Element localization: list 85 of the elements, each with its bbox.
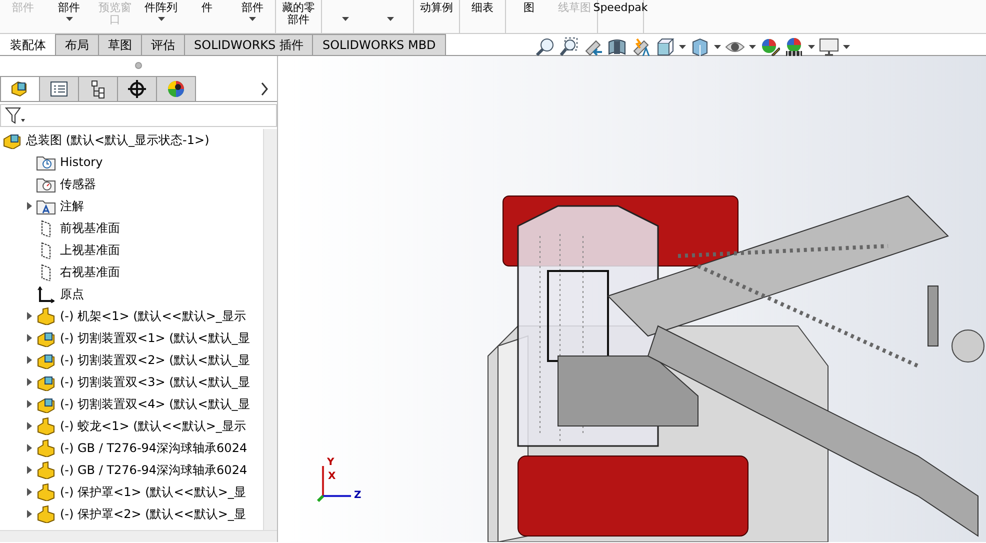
property-list-icon — [49, 78, 69, 99]
axis-label: Z — [354, 491, 362, 501]
part-icon — [36, 417, 56, 436]
tree-item[interactable]: 原点 — [60, 285, 84, 304]
ribbon-command[interactable]: 件阵列 — [144, 2, 178, 14]
command-tab[interactable]: SOLIDWORKS MBD — [312, 34, 446, 55]
ribbon-command[interactable]: 部件 — [58, 2, 80, 14]
color-ball-pencil-icon[interactable] — [760, 37, 780, 57]
tree-item[interactable]: 注解 — [60, 197, 84, 216]
tree-item[interactable]: History — [60, 153, 103, 172]
caret-icon[interactable] — [842, 45, 850, 49]
command-tab[interactable]: 评估 — [141, 34, 185, 55]
axis-label: Y — [327, 458, 334, 468]
expand-arrow-icon[interactable] — [26, 487, 32, 498]
horizontal-scrollbar[interactable] — [0, 530, 277, 542]
tree-item[interactable]: (-) GB / T276-94深沟球轴承6024 — [60, 461, 248, 480]
color-wheel-icon — [166, 78, 186, 99]
expand-arrow-icon[interactable] — [26, 355, 32, 366]
shaded-cube-icon[interactable] — [690, 37, 710, 57]
expand-arrow-icon[interactable] — [26, 465, 32, 476]
ribbon-command[interactable]: 部件 — [242, 2, 264, 14]
scene-icon[interactable] — [784, 37, 804, 57]
axis-label: X — [328, 472, 336, 482]
caret-icon[interactable] — [808, 45, 815, 49]
panel-tab[interactable] — [39, 76, 79, 101]
ribbon-command[interactable]: Speedpak — [593, 2, 648, 14]
part-icon — [36, 461, 56, 480]
ribbon-command[interactable]: 图 — [524, 2, 534, 14]
command-tab[interactable]: SOLIDWORKS 插件 — [184, 34, 314, 55]
filter-icon[interactable] — [5, 106, 27, 125]
tree-item[interactable]: (-) 保护罩<2> (默认<<默认>_显 — [60, 505, 246, 524]
tree-item[interactable]: (-) 切割装置双<3> (默认<默认_显 — [60, 373, 250, 392]
tree-item[interactable]: 总装图 (默认<默认_显示状态-1>) — [26, 131, 210, 150]
part-icon — [36, 483, 56, 502]
panel-tab[interactable] — [156, 76, 196, 101]
splitter-grip-icon[interactable] — [135, 62, 142, 70]
ribbon-command[interactable]: 动算例 — [420, 2, 453, 14]
caret-icon[interactable] — [158, 17, 164, 21]
ribbon-command[interactable]: 藏的零 部件 — [282, 2, 315, 26]
tree-item[interactable]: (-) 机架<1> (默认<<默认>_显示 — [60, 307, 246, 326]
expand-arrow-icon[interactable] — [26, 443, 32, 454]
tree-item[interactable]: 传感器 — [60, 175, 96, 194]
zoom-area-icon[interactable] — [558, 37, 579, 57]
tree-item[interactable]: (-) 切割装置双<4> (默认<默认_显 — [60, 395, 250, 414]
crosshair-icon — [127, 78, 147, 99]
tree-item[interactable]: (-) 保护罩<1> (默认<<默认>_显 — [60, 483, 246, 502]
tree-item[interactable]: (-) 蛟龙<1> (默认<<默认>_显示 — [60, 417, 246, 436]
caret-icon[interactable] — [249, 17, 256, 21]
expand-arrow-icon[interactable] — [26, 421, 32, 432]
origin-axes-icon — [36, 285, 56, 304]
expand-arrow-icon[interactable] — [26, 399, 32, 410]
section-view-icon[interactable] — [606, 37, 627, 57]
tree-item[interactable]: 上视基准面 — [60, 241, 120, 260]
tree-item[interactable]: (-) 切割装置双<2> (默认<默认_显 — [60, 351, 250, 370]
ribbon-command[interactable]: 件 — [202, 2, 212, 14]
command-tab[interactable]: 布局 — [55, 34, 99, 55]
vertical-scrollbar[interactable] — [263, 129, 277, 530]
panel-tab[interactable] — [117, 76, 157, 101]
chevron-right-icon[interactable] — [260, 82, 269, 96]
caret-icon[interactable] — [678, 45, 686, 49]
caret-icon[interactable] — [748, 45, 756, 49]
expand-arrow-icon[interactable] — [26, 311, 32, 322]
tree-item[interactable]: 前视基准面 — [60, 219, 120, 238]
part-icon — [36, 439, 56, 458]
caret-icon[interactable] — [342, 17, 348, 21]
panel-tab[interactable] — [0, 76, 40, 101]
part-icon — [36, 505, 56, 524]
part-icon — [36, 307, 56, 326]
zoom-to-fit-icon[interactable] — [534, 37, 555, 57]
caret-icon[interactable] — [66, 17, 72, 21]
panel-tab[interactable] — [78, 76, 118, 101]
command-tab[interactable]: 草图 — [98, 34, 142, 55]
tree-item[interactable]: (-) GB / T276-94深沟球轴承6024 — [60, 439, 248, 458]
tree-item[interactable]: 右视基准面 — [60, 263, 120, 282]
caret-icon[interactable] — [387, 17, 394, 21]
caret-icon[interactable] — [714, 45, 721, 49]
expand-arrow-icon[interactable] — [26, 377, 32, 388]
monitor-icon[interactable] — [818, 37, 839, 57]
axis-triad-drawing — [316, 466, 351, 502]
expand-arrow-icon[interactable] — [26, 333, 32, 344]
expand-arrow-icon[interactable] — [26, 509, 32, 520]
expand-arrow-icon[interactable] — [26, 201, 32, 212]
ribbon-command[interactable]: 细表 — [472, 2, 494, 14]
tree-item[interactable]: (-) 切割装置双<1> (默认<默认_显 — [60, 329, 250, 348]
cube-icon[interactable] — [654, 37, 675, 57]
